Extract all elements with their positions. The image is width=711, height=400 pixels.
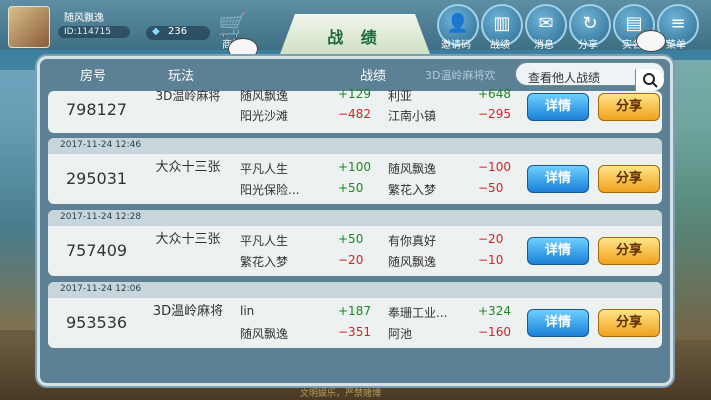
record-row: 2017-11-24 12:28 757409 大众十三张 平凡人生 +50 繁… <box>48 210 662 276</box>
player-name: 随风飘逸 <box>388 255 437 269</box>
detail-button[interactable]: 详情 <box>527 165 589 193</box>
search-text: 查看他人战绩 <box>528 71 601 85</box>
detail-button[interactable]: 详情 <box>527 237 589 265</box>
share-button[interactable]: 分享 <box>598 165 660 193</box>
share-icon: ↻ <box>582 13 598 34</box>
title-banner: 战 绩 <box>280 14 430 54</box>
game-type: 3D温岭麻将 <box>152 304 224 319</box>
panda-decoration-right <box>636 30 666 52</box>
player-score: +324 <box>478 304 511 318</box>
record-label: 战绩 <box>490 40 510 51</box>
player-name: 繁花入梦 <box>240 255 289 269</box>
player-name: 平凡人生 <box>240 234 289 248</box>
player-name: 阳光沙滩 <box>240 109 289 123</box>
col-game: 玩法 <box>168 69 195 84</box>
room-number: 295031 <box>66 169 128 188</box>
record-date-bar: 2017-11-24 12:06 <box>48 282 662 298</box>
mail-icon: ✉ <box>538 13 554 34</box>
player-score: −100 <box>478 160 511 174</box>
share-button[interactable]: 分享 <box>598 309 660 337</box>
player-name: 平凡人生 <box>240 162 289 176</box>
record-date-bar: 2017-11-24 12:28 <box>48 210 662 226</box>
player-name: 繁花入梦 <box>388 183 437 197</box>
player-name: 随风飘逸 <box>240 327 289 341</box>
player-name: 阳光保险... <box>240 183 300 197</box>
record-date: 2017-11-24 12:28 <box>60 212 142 222</box>
search-others-button[interactable]: 查看他人战绩 <box>515 62 665 91</box>
player-score: +50 <box>338 181 364 195</box>
player-name: 有你真好 <box>388 234 437 248</box>
message-label: 消息 <box>534 40 554 51</box>
col-record: 战绩 <box>360 69 387 84</box>
record-date-bar: 2017-11-24 12:46 <box>48 138 662 154</box>
player-name: 阿池 <box>388 327 413 341</box>
gem-count: 236 <box>168 26 188 37</box>
player-name: 江南小镇 <box>388 109 437 123</box>
game-type: 大众十三张 <box>155 160 221 175</box>
player-name: 随风飘逸 <box>240 89 289 103</box>
room-number: 953536 <box>66 313 128 332</box>
avatar[interactable] <box>8 6 50 48</box>
share-top-label: 分享 <box>578 40 598 51</box>
player-score: −160 <box>478 325 511 339</box>
player-score: −482 <box>338 107 371 121</box>
record-row: 2017-11-24 12:46 295031 大众十三张 平凡人生 +100 … <box>48 138 662 204</box>
player-score: +648 <box>478 87 511 101</box>
player-score: +129 <box>338 87 371 101</box>
user-id: ID:114715 <box>58 26 130 38</box>
share-button[interactable]: 分享 <box>598 93 660 121</box>
record-date: 2017-11-24 12:06 <box>60 284 142 294</box>
search-icon[interactable] <box>635 69 664 91</box>
share-button[interactable]: 分享 <box>598 237 660 265</box>
room-number: 798127 <box>66 100 128 119</box>
player-score: −50 <box>478 181 504 195</box>
user-icon: 👤 <box>446 13 470 34</box>
player-score: −20 <box>478 232 504 246</box>
diamond-icon: ◆ <box>152 26 160 37</box>
player-score: +50 <box>338 232 364 246</box>
player-score: +100 <box>338 160 371 174</box>
scrolling-notice: 3D温岭麻将欢 <box>425 69 496 82</box>
page-title: 战 绩 <box>327 28 383 47</box>
player-score: −351 <box>338 325 371 339</box>
player-name: lin <box>240 304 255 318</box>
player-score: −10 <box>478 253 504 267</box>
game-type: 大众十三张 <box>155 232 221 247</box>
record-date: 2017-11-24 12:46 <box>60 140 142 150</box>
chart-icon: ▥ <box>493 13 511 34</box>
id-card-icon: ▤ <box>625 13 643 34</box>
player-score: +187 <box>338 304 371 318</box>
table-header: 房号 玩法 战绩 3D温岭麻将欢 查看他人战绩 <box>40 59 670 91</box>
footer-notice: 文明娱乐，严禁赌博 <box>300 389 382 399</box>
gem-balance: ◆ 236 <box>146 26 210 40</box>
detail-button[interactable]: 详情 <box>527 93 589 121</box>
invite-code-label: 邀请码 <box>441 40 471 51</box>
record-panel: 房号 玩法 战绩 3D温岭麻将欢 查看他人战绩 798127 3D温岭麻将 随风… <box>37 56 673 386</box>
player-name: 随风飘逸 <box>388 162 437 176</box>
user-name: 随风飘逸 <box>64 13 104 24</box>
record-row: 2017-11-24 12:06 953536 3D温岭麻将 lin +187 … <box>48 282 662 348</box>
col-room: 房号 <box>80 69 107 84</box>
menu-icon: ≡ <box>670 13 686 34</box>
player-score: −20 <box>338 253 364 267</box>
player-score: −295 <box>478 107 511 121</box>
detail-button[interactable]: 详情 <box>527 309 589 337</box>
record-row: 798127 3D温岭麻将 随风飘逸 +129 阳光沙滩 −482 利亚 +64… <box>48 87 662 133</box>
player-name: 奉珊工业... <box>388 306 448 320</box>
room-number: 757409 <box>66 241 128 260</box>
player-name: 利亚 <box>388 89 413 103</box>
game-type: 3D温岭麻将 <box>155 89 221 103</box>
